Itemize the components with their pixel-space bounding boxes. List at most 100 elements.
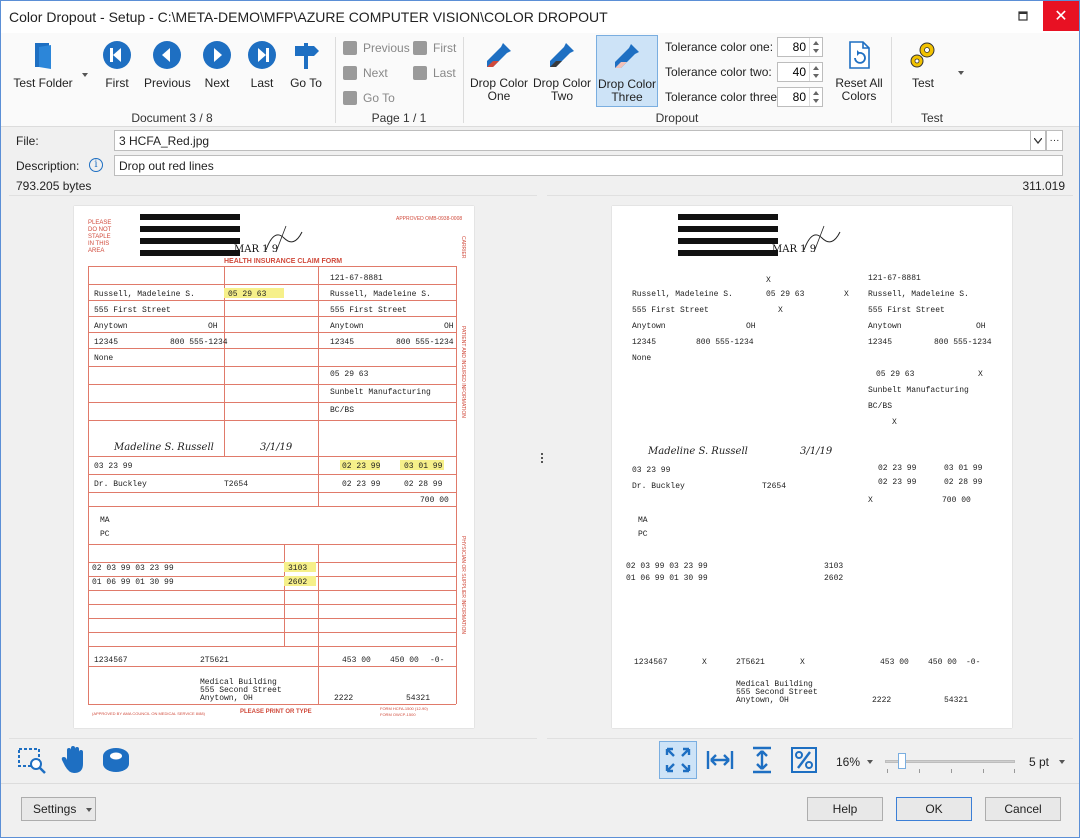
settings-button[interactable]: Settings: [21, 797, 96, 821]
original-image-viewer[interactable]: PLEASE DO NOT STAPLE IN THIS AREA APPROV…: [9, 195, 537, 739]
drop-color-two-button[interactable]: Drop Color Two: [532, 39, 592, 103]
tape-measure-icon: [103, 748, 129, 772]
spinner-arrows[interactable]: [809, 38, 822, 56]
stamp-scribble: [803, 225, 841, 253]
spinner-arrows[interactable]: [809, 63, 822, 81]
goto-page-button[interactable]: Go To: [343, 89, 395, 107]
drop-color-one-button[interactable]: Drop Color One: [469, 39, 529, 103]
help-button[interactable]: Help: [807, 797, 883, 821]
arrow-right-icon: [343, 66, 357, 80]
folder-icon: [35, 43, 51, 69]
ellipsis-icon: ···: [1049, 135, 1060, 146]
measure-button[interactable]: [97, 741, 135, 779]
skip-last-icon: [248, 41, 276, 69]
form-rule: [88, 474, 456, 475]
eyedropper-icon: [487, 43, 511, 67]
previous-page-button[interactable]: Previous: [343, 39, 410, 57]
pan-button[interactable]: [55, 741, 93, 779]
zoom-level[interactable]: 16%: [836, 755, 860, 769]
next-page-button[interactable]: Next: [343, 64, 388, 82]
slider-tick: [1014, 769, 1015, 773]
hand-icon: [61, 746, 83, 773]
next-document-button[interactable]: Next: [199, 39, 235, 101]
spinner-arrows[interactable]: [809, 88, 822, 106]
eyedropper-icon: [550, 43, 574, 67]
zoom-region-icon: [18, 748, 46, 774]
redaction-bar: [678, 226, 778, 232]
patient-insured-label: PATIENT AND INSURED INFORMATION: [460, 326, 466, 418]
page-group-label: Page 1 / 1: [371, 111, 427, 125]
cancel-button[interactable]: Cancel: [985, 797, 1061, 821]
chevron-up-icon[interactable]: [813, 91, 819, 95]
chevron-down-icon[interactable]: [813, 49, 819, 53]
form-rule: [88, 544, 456, 545]
form-rule: [88, 456, 456, 457]
form-rule: [88, 348, 456, 349]
test-folder-button[interactable]: Test Folder: [11, 39, 75, 101]
restore-button[interactable]: [1006, 1, 1040, 31]
point-size[interactable]: 5 pt: [1029, 755, 1049, 769]
first-page-button[interactable]: First: [413, 39, 456, 57]
form-rule: [88, 604, 456, 605]
tolerance-two-input[interactable]: [779, 64, 808, 80]
form-rule: [88, 492, 456, 493]
chevron-down-icon: [1034, 137, 1042, 144]
redaction-bar: [140, 226, 240, 232]
tolerance-three-input[interactable]: [779, 89, 808, 105]
last-document-button[interactable]: Last: [244, 39, 280, 101]
original-form-page: PLEASE DO NOT STAPLE IN THIS AREA APPROV…: [74, 206, 474, 728]
form-rule: [88, 384, 456, 385]
arrow-left-icon: [343, 41, 357, 55]
gears-icon: [910, 42, 935, 68]
chevron-up-icon[interactable]: [813, 66, 819, 70]
goto-document-button[interactable]: Go To: [288, 39, 324, 101]
form-column-rule: [284, 544, 285, 646]
zoom-slider-thumb[interactable]: [898, 753, 906, 769]
last-page-button[interactable]: Last: [413, 64, 456, 82]
reset-all-colors-button[interactable]: Reset All Colors: [833, 39, 885, 103]
test-dropdown-icon[interactable]: [958, 71, 964, 75]
fit-page-button[interactable]: [659, 741, 697, 779]
viewer-toolbar: 16% 5 pt: [1, 741, 1079, 781]
drop-color-three-button[interactable]: Drop Color Three: [596, 35, 658, 107]
skip-last-icon: [413, 66, 427, 80]
browse-file-button[interactable]: ···: [1046, 130, 1063, 151]
ok-button[interactable]: OK: [896, 797, 972, 821]
redaction-bar: [140, 238, 240, 244]
approved-note: APPROVED OMB-0938-0008: [396, 216, 463, 222]
zoom-dropdown-icon[interactable]: [867, 760, 873, 764]
info-icon[interactable]: i: [89, 158, 103, 172]
arrow-right-icon: [203, 41, 231, 69]
tolerance-three-spinner[interactable]: [777, 87, 823, 107]
form-rule: [88, 646, 456, 647]
form-rule: [88, 618, 456, 619]
zoom-percent-button[interactable]: [785, 741, 823, 779]
chevron-up-icon[interactable]: [813, 41, 819, 45]
fit-width-button[interactable]: [701, 741, 739, 779]
chevron-down-icon[interactable]: [813, 99, 819, 103]
left-file-size: 793.205 bytes: [16, 179, 92, 193]
first-document-button[interactable]: First: [99, 39, 135, 101]
file-dropdown-button[interactable]: [1030, 130, 1046, 151]
test-folder-dropdown-icon[interactable]: [82, 73, 88, 77]
close-button[interactable]: ✕: [1043, 1, 1079, 31]
form-rule: [88, 284, 456, 285]
viewer-splitter[interactable]: [539, 451, 545, 471]
tolerance-two-spinner[interactable]: [777, 62, 823, 82]
result-image-viewer[interactable]: MAR 1 9 X 121-67-8881 Russell, Madeleine…: [547, 195, 1073, 739]
redaction-bar: [678, 214, 778, 220]
tolerance-one-input[interactable]: [779, 39, 808, 55]
skip-first-icon: [413, 41, 427, 55]
form-rule: [88, 704, 456, 705]
chevron-down-icon[interactable]: [813, 74, 819, 78]
carrier-label: CARRIER: [460, 236, 466, 259]
tolerance-one-spinner[interactable]: [777, 37, 823, 57]
test-button[interactable]: Test: [903, 39, 943, 101]
zoom-selection-button[interactable]: [13, 741, 51, 779]
point-size-dropdown-icon[interactable]: [1059, 760, 1065, 764]
fit-height-button[interactable]: [743, 741, 781, 779]
file-combobox[interactable]: 3 HCFA_Red.jpg: [114, 130, 1031, 151]
previous-document-button[interactable]: Previous: [144, 39, 191, 101]
redaction-bar: [678, 238, 778, 244]
description-input[interactable]: Drop out red lines: [114, 155, 1063, 176]
